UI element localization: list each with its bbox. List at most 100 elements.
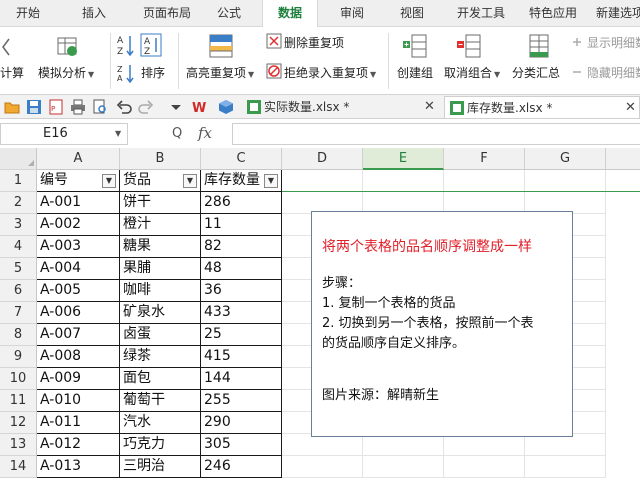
filter-dropdown-icon[interactable]: ▼ bbox=[183, 174, 197, 188]
table-cell[interactable]: A-002 bbox=[37, 214, 120, 236]
table-cell[interactable]: 糖果 bbox=[120, 236, 201, 258]
formula-input[interactable] bbox=[232, 123, 640, 145]
row-header[interactable]: 13 bbox=[0, 434, 37, 456]
table-cell[interactable]: A-009 bbox=[37, 368, 120, 390]
empty-cell[interactable] bbox=[525, 170, 606, 192]
table-cell[interactable]: A-001 bbox=[37, 192, 120, 214]
cube-app-icon[interactable] bbox=[218, 99, 234, 115]
empty-cell[interactable] bbox=[444, 434, 525, 456]
table-cell[interactable]: 汽水 bbox=[120, 412, 201, 434]
calc-button[interactable]: 计算 bbox=[0, 64, 24, 81]
file-tab-actual[interactable]: 实际数量.xlsx * ✕ bbox=[242, 96, 442, 118]
row-header[interactable]: 11 bbox=[0, 390, 37, 412]
print-preview-icon[interactable] bbox=[92, 99, 108, 115]
column-header-f[interactable]: F bbox=[444, 148, 525, 170]
header-cell[interactable]: 编号 ▼ bbox=[37, 170, 120, 192]
row-header[interactable]: 9 bbox=[0, 346, 37, 368]
table-cell[interactable]: 286 bbox=[201, 192, 282, 214]
show-detail-button[interactable]: 显示明细数据 bbox=[587, 34, 640, 51]
empty-cell[interactable] bbox=[282, 170, 363, 192]
empty-cell[interactable] bbox=[363, 170, 444, 192]
table-cell[interactable]: 36 bbox=[201, 280, 282, 302]
sort-button[interactable]: 排序 bbox=[141, 64, 165, 81]
header-cell[interactable]: 库存数量 ▼ bbox=[201, 170, 282, 192]
export-pdf-icon[interactable]: P bbox=[48, 99, 64, 115]
row-header[interactable]: 5 bbox=[0, 258, 37, 280]
table-cell[interactable]: A-013 bbox=[37, 456, 120, 478]
row-header[interactable]: 6 bbox=[0, 280, 37, 302]
row-header[interactable]: 4 bbox=[0, 236, 37, 258]
row-header[interactable]: 14 bbox=[0, 456, 37, 478]
simulate-analysis-button[interactable]: 模拟分析 ▼ bbox=[38, 64, 94, 81]
table-cell[interactable]: A-004 bbox=[37, 258, 120, 280]
empty-cell[interactable] bbox=[363, 434, 444, 456]
reject-duplicates-button[interactable]: 拒绝录入重复项 ▼ bbox=[284, 64, 376, 81]
table-cell[interactable]: A-006 bbox=[37, 302, 120, 324]
wps-logo-icon[interactable]: W bbox=[192, 99, 208, 115]
tab-review[interactable]: 审阅 bbox=[330, 0, 374, 27]
table-cell[interactable]: 葡萄干 bbox=[120, 390, 201, 412]
column-header-e[interactable]: E bbox=[363, 148, 444, 170]
tab-new-options[interactable]: 新建选项 bbox=[590, 0, 640, 27]
hide-detail-button[interactable]: 隐藏明细数据 bbox=[587, 64, 640, 81]
table-cell[interactable]: 144 bbox=[201, 368, 282, 390]
column-header-overflow[interactable] bbox=[606, 148, 640, 170]
print-icon[interactable] bbox=[70, 99, 86, 115]
create-group-button[interactable]: 创建组 bbox=[397, 64, 433, 81]
sort-ascending-icon[interactable]: AZ bbox=[116, 33, 136, 57]
empty-cell[interactable] bbox=[525, 456, 606, 478]
zoom-icon[interactable]: Q bbox=[172, 126, 182, 141]
subtotal-button[interactable]: 分类汇总 bbox=[512, 64, 560, 81]
sort-descending-icon[interactable]: ZA bbox=[116, 63, 136, 83]
table-cell[interactable]: 11 bbox=[201, 214, 282, 236]
row-header[interactable]: 1 bbox=[0, 170, 37, 192]
table-cell[interactable]: 255 bbox=[201, 390, 282, 412]
table-cell[interactable]: 橙汁 bbox=[120, 214, 201, 236]
table-cell[interactable]: 48 bbox=[201, 258, 282, 280]
empty-cell[interactable] bbox=[525, 434, 606, 456]
note-textbox[interactable]: 将两个表格的品名顺序调整成一样 步骤： 1. 复制一个表格的货品 2. 切换到另… bbox=[311, 211, 573, 437]
row-header[interactable]: 12 bbox=[0, 412, 37, 434]
row-header[interactable]: 2 bbox=[0, 192, 37, 214]
table-cell[interactable]: 三明治 bbox=[120, 456, 201, 478]
table-cell[interactable]: 绿茶 bbox=[120, 346, 201, 368]
table-cell[interactable]: 卤蛋 bbox=[120, 324, 201, 346]
redo-icon[interactable] bbox=[138, 99, 154, 115]
table-cell[interactable]: 246 bbox=[201, 456, 282, 478]
column-header-b[interactable]: B bbox=[120, 148, 201, 170]
empty-cell[interactable] bbox=[282, 456, 363, 478]
chevron-down-icon[interactable]: ▼ bbox=[115, 124, 121, 144]
tab-view[interactable]: 视图 bbox=[390, 0, 434, 27]
table-cell[interactable]: A-008 bbox=[37, 346, 120, 368]
table-cell[interactable]: 巧克力 bbox=[120, 434, 201, 456]
customize-dropdown-icon[interactable] bbox=[168, 99, 184, 115]
table-cell[interactable]: A-005 bbox=[37, 280, 120, 302]
header-cell[interactable]: 货品 ▼ bbox=[120, 170, 201, 192]
empty-cell[interactable] bbox=[363, 456, 444, 478]
tab-formulas[interactable]: 公式 bbox=[208, 0, 250, 27]
empty-cell[interactable] bbox=[444, 170, 525, 192]
scroll-left-icon[interactable] bbox=[0, 35, 12, 59]
table-cell[interactable]: A-010 bbox=[37, 390, 120, 412]
table-cell[interactable]: 矿泉水 bbox=[120, 302, 201, 324]
empty-cell[interactable] bbox=[282, 434, 363, 456]
tab-special[interactable]: 特色应用 bbox=[520, 0, 586, 27]
highlight-duplicates-button[interactable]: 高亮重复项 ▼ bbox=[186, 64, 254, 81]
close-icon[interactable]: ✕ bbox=[625, 97, 636, 119]
row-header[interactable]: 7 bbox=[0, 302, 37, 324]
table-cell[interactable]: A-007 bbox=[37, 324, 120, 346]
table-cell[interactable]: 果脯 bbox=[120, 258, 201, 280]
filter-dropdown-icon[interactable]: ▼ bbox=[102, 174, 116, 188]
ungroup-button[interactable]: 取消组合 ▼ bbox=[444, 64, 500, 81]
table-cell[interactable]: 咖啡 bbox=[120, 280, 201, 302]
table-cell[interactable]: A-011 bbox=[37, 412, 120, 434]
column-header-c[interactable]: C bbox=[201, 148, 282, 170]
table-cell[interactable]: 433 bbox=[201, 302, 282, 324]
file-tab-inventory[interactable]: 库存数量.xlsx * ✕ bbox=[444, 96, 640, 118]
column-header-a[interactable]: A bbox=[37, 148, 120, 170]
table-cell[interactable]: A-012 bbox=[37, 434, 120, 456]
fx-icon[interactable]: fx bbox=[198, 124, 212, 142]
empty-cell[interactable] bbox=[444, 456, 525, 478]
row-header[interactable]: 10 bbox=[0, 368, 37, 390]
table-cell[interactable]: 面包 bbox=[120, 368, 201, 390]
